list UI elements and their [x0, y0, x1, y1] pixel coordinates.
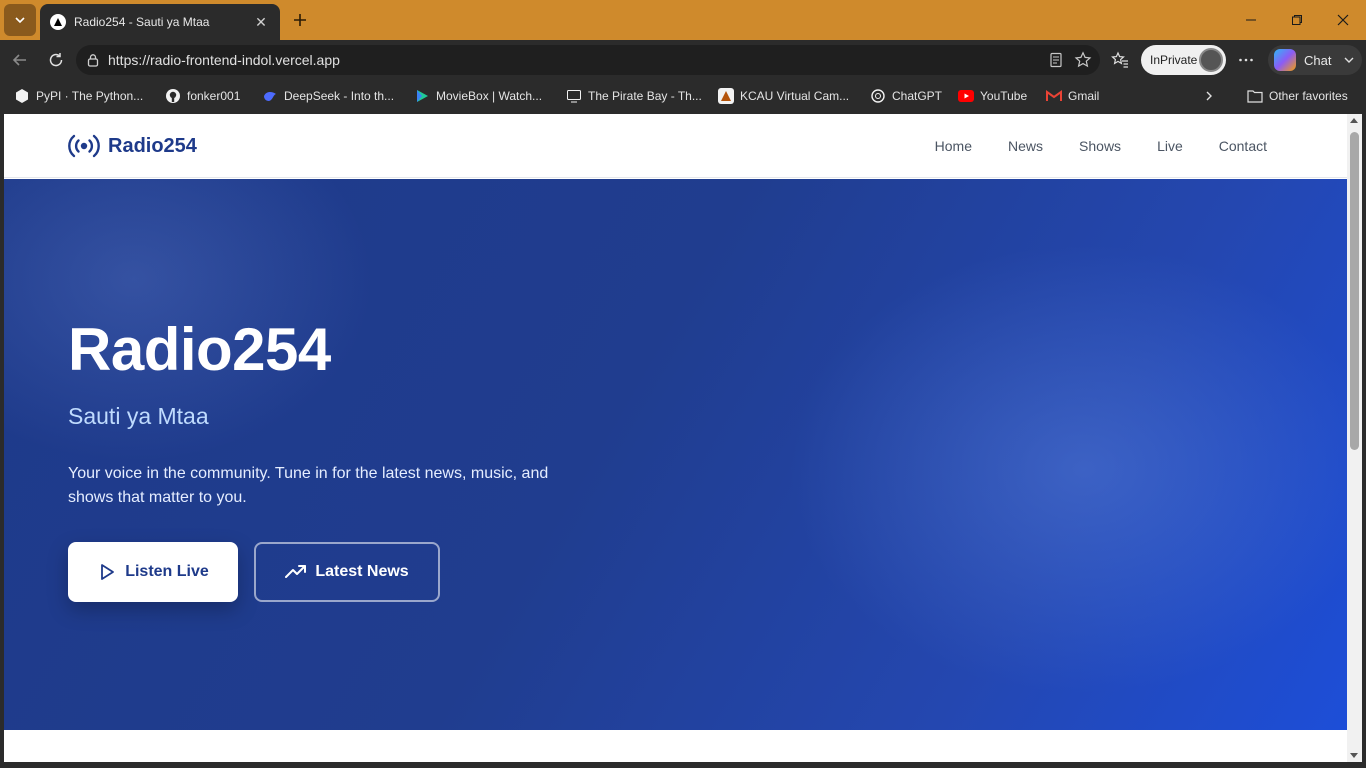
site-logo[interactable]: Radio254 [68, 132, 197, 160]
bookmark-deepseek[interactable]: DeepSeek - Into th... [262, 87, 394, 105]
copilot-chat-button[interactable]: Chat [1268, 45, 1362, 75]
minimize-button[interactable] [1228, 0, 1274, 40]
inprivate-button[interactable]: InPrivate [1141, 45, 1226, 75]
lock-icon[interactable] [78, 53, 108, 67]
window-controls [1228, 0, 1366, 40]
page-viewport: Radio254 Home News Shows Live Contact Ra… [4, 114, 1347, 762]
nav-live[interactable]: Live [1157, 138, 1183, 154]
listen-live-button[interactable]: Listen Live [68, 542, 238, 602]
browser-titlebar: Radio254 - Sauti ya Mtaa ✕ [0, 0, 1366, 40]
chevron-right-icon [1206, 91, 1212, 101]
browser-tab-active[interactable]: Radio254 - Sauti ya Mtaa ✕ [40, 4, 280, 40]
scrollbar-thumb[interactable] [1350, 132, 1359, 450]
scroll-up-arrow-icon[interactable] [1350, 118, 1358, 123]
scroll-down-arrow-icon[interactable] [1350, 753, 1358, 758]
favorites-bar: PyPI · The Python... fonker001 DeepSeek … [0, 80, 1366, 112]
latest-news-button[interactable]: Latest News [254, 542, 440, 602]
trending-up-icon [285, 565, 307, 578]
bookmark-github[interactable]: fonker001 [165, 87, 240, 105]
chevron-down-icon [1344, 57, 1354, 63]
moviebox-icon [414, 88, 430, 104]
tab-title: Radio254 - Sauti ya Mtaa [74, 15, 210, 29]
bookmarks-overflow-button[interactable] [1203, 87, 1215, 105]
address-bar-actions [1048, 51, 1100, 69]
site-header: Radio254 Home News Shows Live Contact [4, 114, 1347, 178]
bookmark-moviebox[interactable]: MovieBox | Watch... [414, 87, 542, 105]
chat-label: Chat [1304, 52, 1332, 68]
youtube-icon [958, 88, 974, 104]
listen-live-label: Listen Live [125, 563, 209, 580]
latest-news-label: Latest News [315, 563, 409, 580]
address-bar[interactable]: https://radio-frontend-indol.vercel.app [76, 45, 1100, 75]
tab-actions-button[interactable] [4, 4, 36, 36]
hero-subtitle: Sauti ya Mtaa [68, 403, 209, 429]
chevron-down-icon [15, 17, 25, 24]
close-window-button[interactable] [1320, 0, 1366, 40]
arrow-left-icon [12, 54, 26, 66]
back-button[interactable] [8, 48, 32, 72]
site-favicon-icon [50, 14, 66, 30]
hero-section: Radio254 Sauti ya Mtaa Your voice in the… [4, 179, 1347, 730]
hero-description: Your voice in the community. Tune in for… [68, 465, 549, 506]
plus-icon [294, 14, 306, 26]
close-tab-icon[interactable]: ✕ [252, 14, 270, 31]
logo-text: Radio254 [108, 134, 197, 157]
bookmark-pypi[interactable]: PyPI · The Python... [14, 87, 143, 105]
bookmark-gmail[interactable]: Gmail [1046, 87, 1099, 105]
refresh-icon [49, 53, 63, 67]
restore-button[interactable] [1274, 0, 1320, 40]
minimize-icon [1246, 19, 1256, 21]
new-tab-button[interactable] [288, 8, 312, 32]
gmail-icon [1046, 88, 1062, 104]
bookmark-piratebay[interactable]: The Pirate Bay - Th... [566, 87, 702, 105]
bookmark-kcau[interactable]: KCAU Virtual Cam... [718, 87, 849, 105]
hero-title: Radio254 [68, 316, 331, 383]
nav-contact[interactable]: Contact [1219, 138, 1267, 154]
settings-more-button[interactable] [1234, 48, 1258, 72]
profile-avatar [1199, 48, 1223, 72]
piratebay-icon [566, 88, 582, 104]
reader-view-icon[interactable] [1048, 52, 1064, 68]
close-icon [1337, 14, 1349, 26]
restore-icon [1292, 15, 1302, 25]
url-text[interactable]: https://radio-frontend-indol.vercel.app [108, 52, 1048, 68]
pypi-icon [14, 88, 30, 104]
copilot-icon [1274, 49, 1296, 71]
kcau-icon [718, 88, 734, 104]
github-icon [165, 88, 181, 104]
radio-broadcast-icon [68, 134, 100, 158]
favorites-button[interactable] [1108, 48, 1132, 72]
nav-shows[interactable]: Shows [1079, 138, 1121, 154]
page-scrollbar[interactable] [1347, 114, 1362, 762]
favorites-list-icon [1111, 51, 1128, 68]
deepseek-icon [262, 88, 278, 104]
bookmark-chatgpt[interactable]: ChatGPT [870, 87, 942, 105]
nav-news[interactable]: News [1008, 138, 1043, 154]
bookmark-youtube[interactable]: YouTube [958, 87, 1027, 105]
inprivate-label: InPrivate [1150, 53, 1198, 67]
other-favorites-folder[interactable]: Other favorites [1247, 87, 1348, 105]
browser-toolbar: https://radio-frontend-indol.vercel.app … [0, 40, 1366, 80]
refresh-button[interactable] [44, 48, 68, 72]
more-dots-icon [1239, 58, 1253, 62]
nav-home[interactable]: Home [935, 138, 972, 154]
main-nav: Home News Shows Live Contact [935, 138, 1267, 154]
chatgpt-icon [870, 88, 886, 104]
favorite-star-icon[interactable] [1074, 51, 1092, 69]
play-icon [101, 564, 115, 580]
folder-icon [1247, 88, 1263, 104]
